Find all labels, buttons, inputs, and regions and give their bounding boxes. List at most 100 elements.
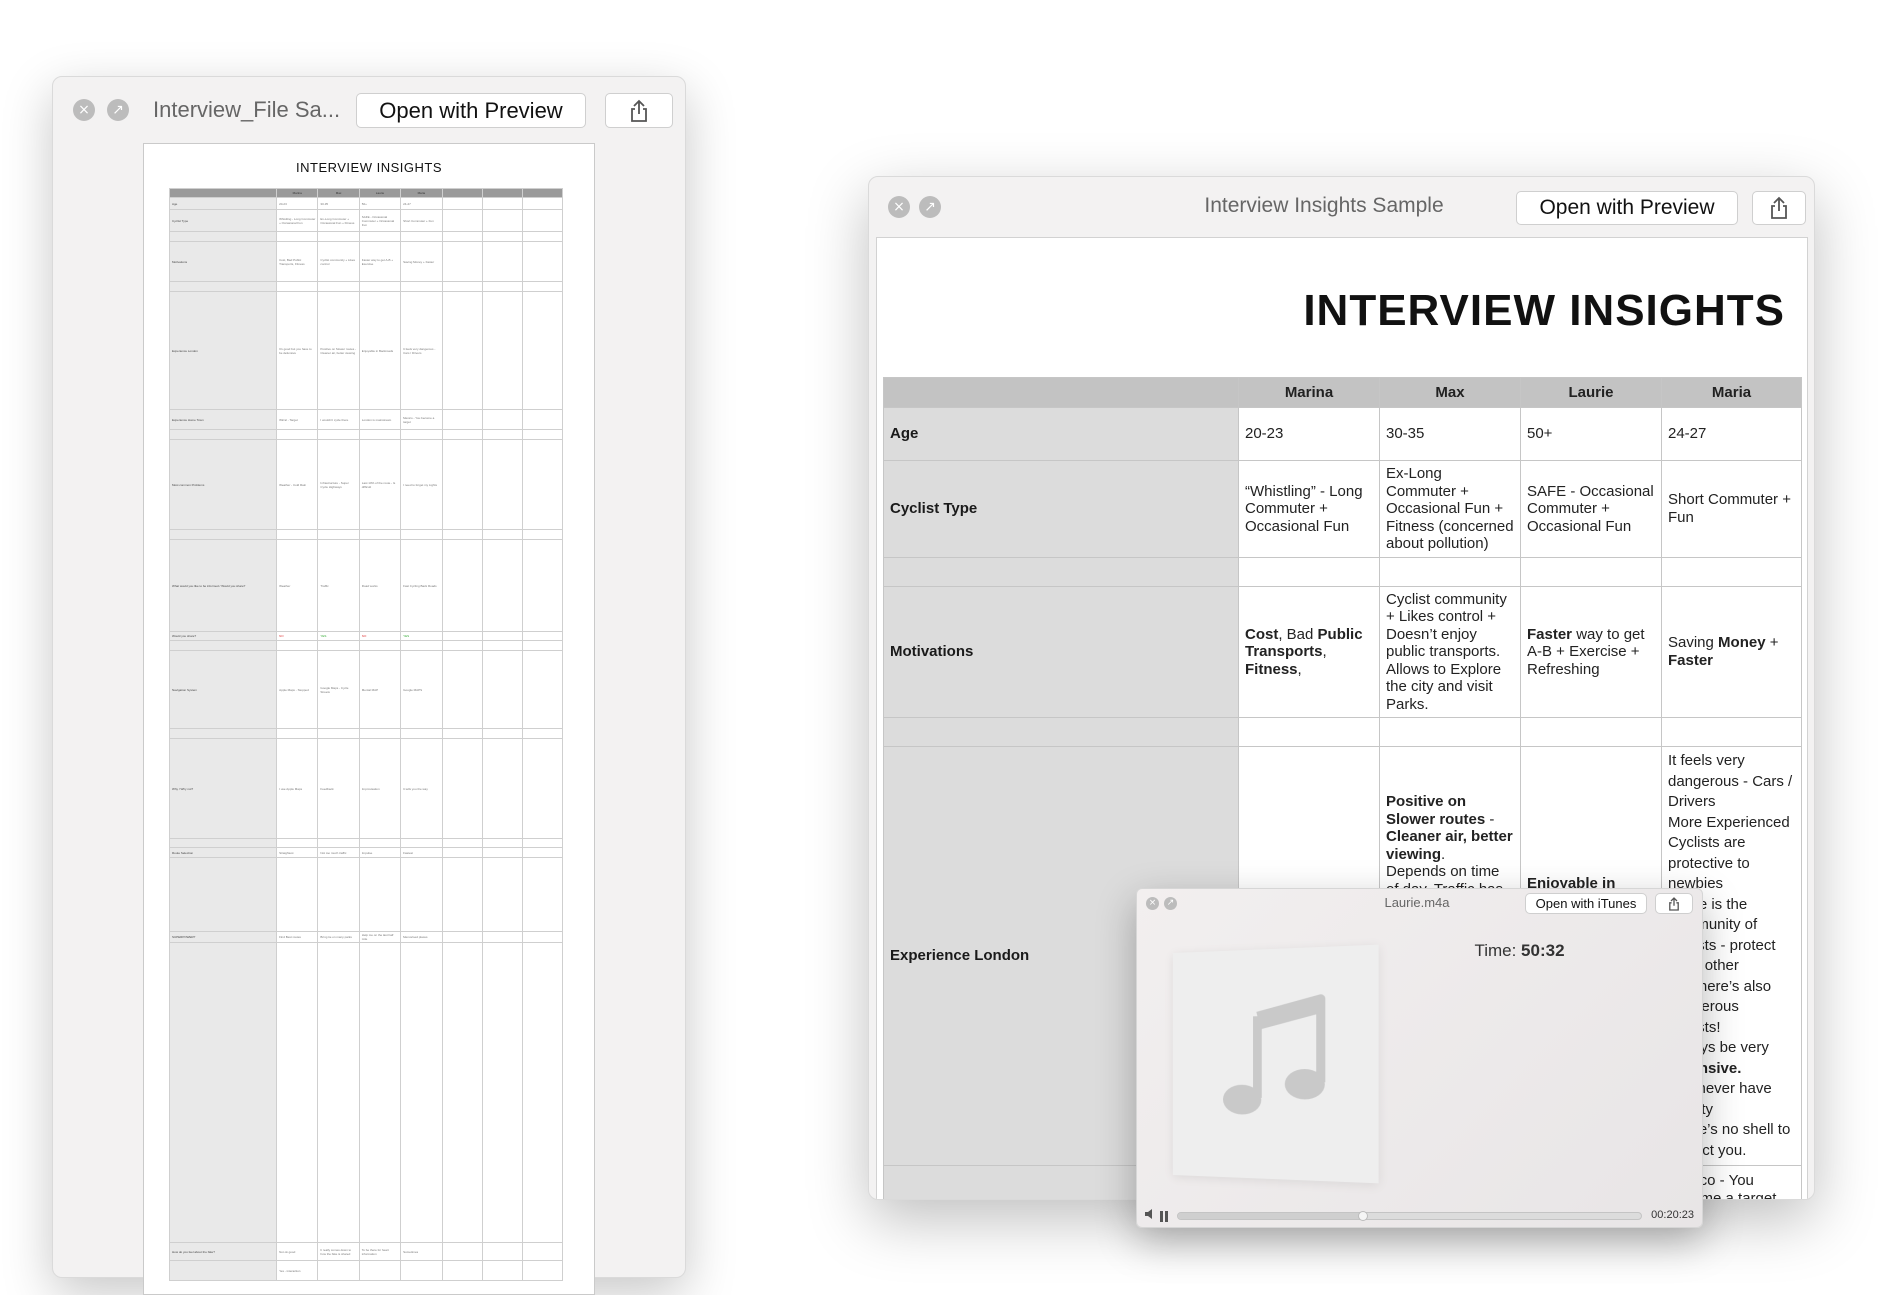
table-cell: Traffic: [317, 539, 360, 632]
pause-button[interactable]: [1159, 1209, 1169, 1227]
table-cell: [481, 838, 523, 848]
table-cell: [441, 241, 483, 282]
table-row: Yes - interaction: [168, 1260, 564, 1281]
share-icon: [631, 99, 647, 122]
pause-icon: [1160, 1211, 1168, 1222]
table-cell: [481, 439, 523, 530]
playback-progress-slider[interactable]: [1177, 1211, 1642, 1221]
table-cell: Improvisation: [358, 738, 402, 839]
volume-button[interactable]: [1145, 1209, 1155, 1222]
table-row: Experience London It's good but you have …: [168, 291, 564, 410]
table-cell: [521, 439, 564, 530]
row-label: Experience London: [168, 291, 278, 410]
table-row: [168, 640, 564, 651]
table-cell: Positive on Slower routes - Cleaner air,…: [317, 291, 360, 410]
share-button[interactable]: [1655, 893, 1693, 914]
table-cell: [521, 650, 564, 729]
table-cell: [521, 728, 564, 739]
table-cell: [276, 281, 319, 292]
document-page[interactable]: INTERVIEW INSIGHTS Marina Max Laurie Maria A…: [143, 143, 595, 1295]
table-cell: [441, 857, 483, 932]
cell-text: -: [1485, 810, 1495, 828]
table-cell: “Whistling” - Long Commuter + Occasional…: [1238, 460, 1380, 558]
table-cell: [441, 1242, 483, 1261]
table-cell: [481, 631, 523, 641]
table-cell: [481, 847, 523, 858]
table-cell: [481, 197, 523, 210]
row-label: [168, 429, 278, 440]
row-label: [168, 640, 278, 651]
table-cell: [521, 529, 564, 540]
table-cell: Road works: [358, 539, 402, 632]
playback-position-handle[interactable]: [1358, 1211, 1369, 1221]
share-button[interactable]: [1752, 191, 1806, 225]
table-row: What would you like to be informed / Wou…: [168, 539, 564, 632]
row-label: Why / Why not?: [168, 738, 278, 839]
open-with-preview-button[interactable]: Open with Preview: [1516, 191, 1738, 225]
row-label: [168, 728, 278, 739]
table-cell: I wouldn't cycle there: [317, 409, 360, 430]
table-cell: 50+: [358, 197, 402, 210]
table-cell: London is mainstream: [358, 409, 402, 430]
table-cell: [400, 857, 443, 932]
table-cell: SAFE - Occasional Commuter + Occasional …: [1520, 460, 1662, 558]
table-cell: Sometimes: [400, 1242, 443, 1261]
table-cell: To be there for heart information: [358, 1242, 402, 1261]
table-cell: Not ok good: [276, 1242, 319, 1261]
table-cell: [521, 197, 564, 210]
table-cell: [481, 409, 523, 430]
table-cell: Last 10% of the route - Is difficult: [358, 439, 402, 530]
column-header-marina: Marina: [1238, 377, 1380, 408]
close-button[interactable]: ×: [888, 196, 910, 218]
table-cell: [358, 281, 402, 292]
table-cell: YES: [400, 631, 443, 641]
table-cell: [400, 942, 443, 1243]
table-cell: [400, 281, 443, 292]
table-row: [168, 728, 564, 739]
table-cell: [441, 847, 483, 858]
table-cell: Find Best routes: [276, 931, 319, 943]
table-cell: Infrastructure - Super Cycle Highways: [317, 439, 360, 530]
table-cell: [441, 209, 483, 232]
fullscreen-button[interactable]: ↗: [107, 99, 129, 121]
cell-text: Positive on Slower routes: [1386, 793, 1486, 828]
table-cell: Cyclist community + Likes control: [317, 241, 360, 282]
fullscreen-button[interactable]: ↗: [919, 196, 941, 218]
table-cell: Mental MAP: [358, 650, 402, 729]
cell-text: Saving: [1668, 634, 1719, 652]
document-title: INTERVIEW INSIGHTS: [296, 160, 442, 175]
column-header-maria: Maria: [1661, 377, 1802, 408]
table-row: [168, 281, 564, 292]
share-button[interactable]: [605, 93, 673, 128]
table-cell: [1661, 717, 1802, 747]
cell-text: ,: [1322, 643, 1327, 660]
cell-text: Faster: [1668, 651, 1714, 669]
table-cell: 50+: [1520, 407, 1662, 461]
table-cell: 24-27: [1661, 407, 1802, 461]
table-cell: Weather: [276, 539, 319, 632]
table-cell: Saving Money + Faster: [400, 241, 443, 282]
open-with-preview-button[interactable]: Open with Preview: [356, 93, 586, 128]
table-cell: Fast Cycling Back Roads: [400, 539, 443, 632]
open-with-itunes-button[interactable]: Open with iTunes: [1525, 893, 1647, 914]
table-cell: [521, 1260, 564, 1281]
table-row: Age 20-23 30-35 50+ 24-27: [168, 197, 564, 210]
table-cell: [358, 1260, 402, 1281]
table-cell: 30-35: [317, 197, 360, 210]
table-cell: 20-23: [276, 197, 319, 210]
close-button[interactable]: ×: [1146, 897, 1159, 910]
table-cell: [1379, 556, 1521, 587]
table-cell: [441, 728, 483, 739]
column-header: Marina: [276, 188, 319, 198]
table-cell: [441, 931, 483, 943]
column-header: Laurie: [358, 188, 402, 198]
fullscreen-button[interactable]: ↗: [1164, 897, 1177, 910]
table-row: Would you share? NO YES NO YES: [168, 631, 564, 641]
close-button[interactable]: ×: [73, 99, 95, 121]
table-cell: [441, 439, 483, 530]
table-cell: Help me on the last half mile: [358, 931, 402, 943]
table-cell: [441, 197, 483, 210]
window-title: Interview_File Sa...: [153, 97, 341, 122]
table-cell: [317, 942, 360, 1243]
table-cell: [1520, 556, 1662, 587]
